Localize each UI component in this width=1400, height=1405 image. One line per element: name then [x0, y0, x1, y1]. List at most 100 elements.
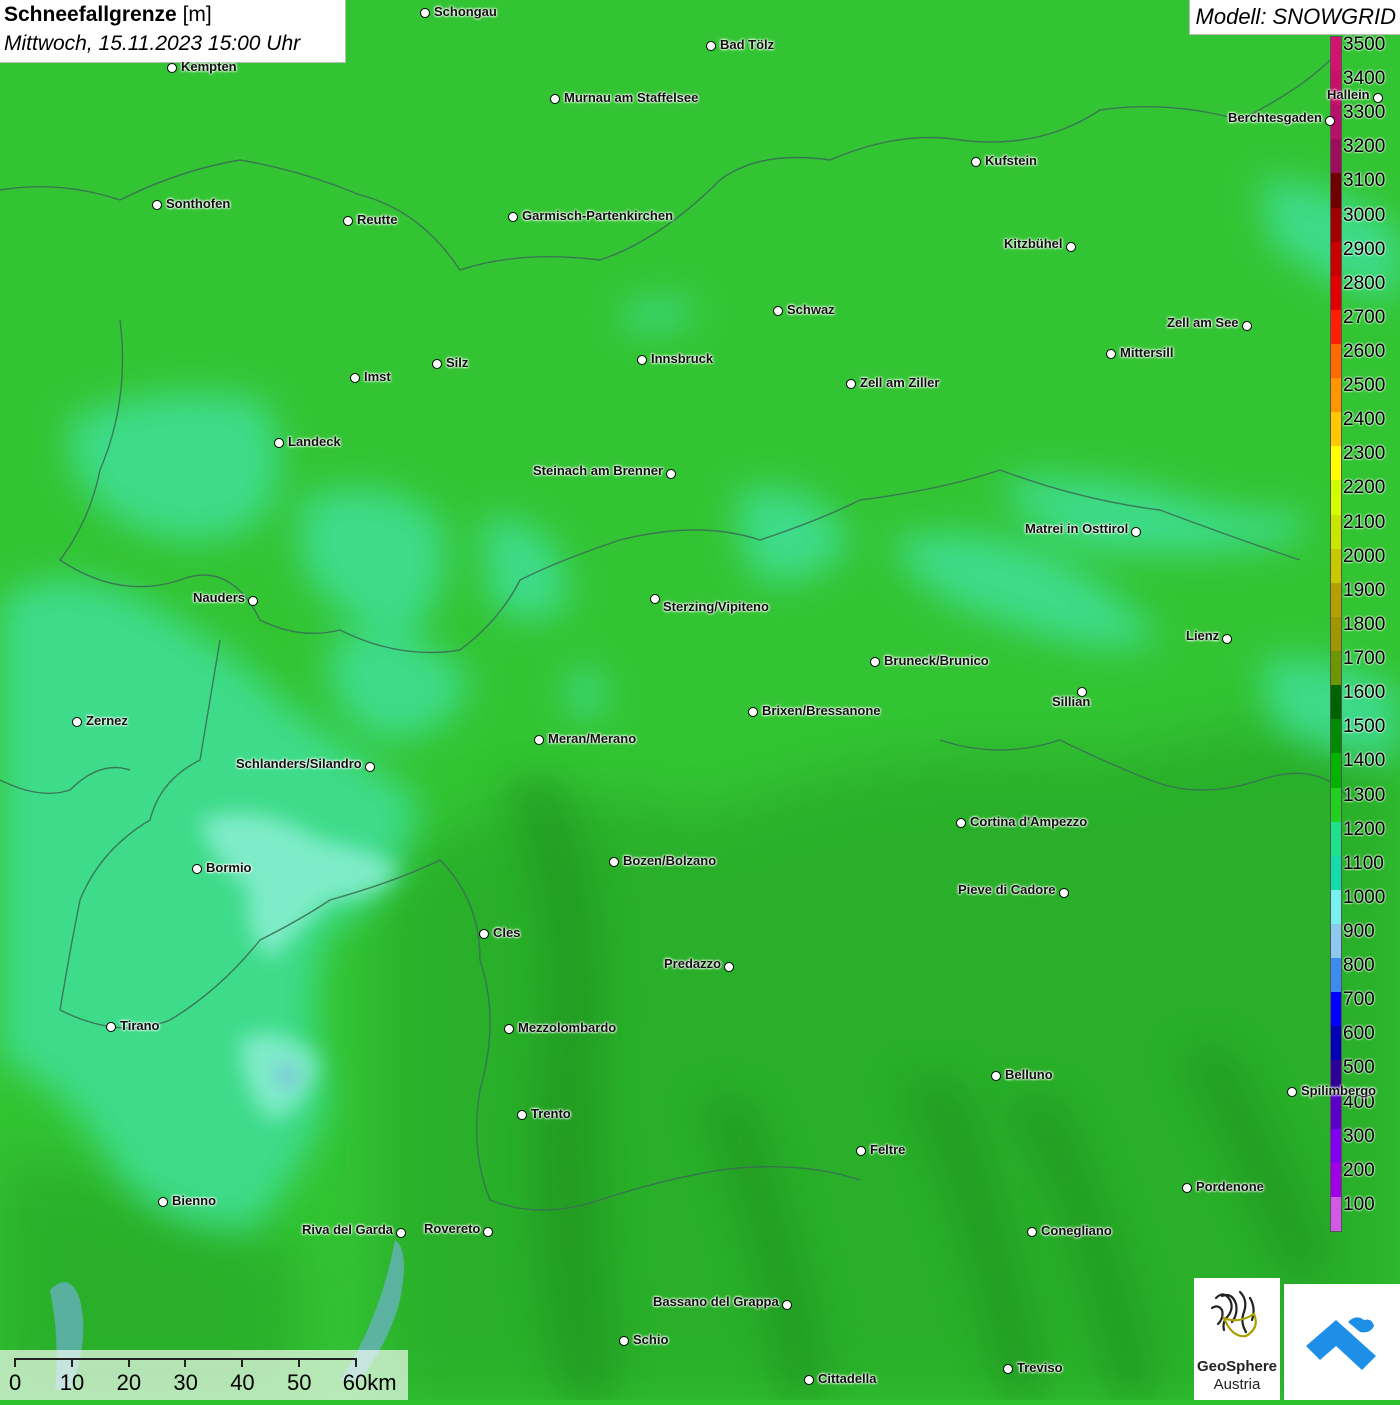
city-dot-icon: [517, 1110, 527, 1120]
legend-swatch: [1331, 616, 1341, 652]
city-dot-icon: [432, 359, 442, 369]
city-dot-icon: [1182, 1183, 1192, 1193]
city-dot-icon: [856, 1146, 866, 1156]
city-label: Murnau am Staffelsee: [564, 90, 699, 105]
city-label: Pordenone: [1196, 1179, 1264, 1194]
city-label: Bruneck/Brunico: [884, 653, 989, 668]
city-dot-icon: [1373, 93, 1383, 103]
city-label: Hallein: [1327, 87, 1370, 102]
scale-tick: [14, 1358, 16, 1367]
city-dot-icon: [706, 41, 716, 51]
legend-label: 3500: [1343, 34, 1386, 55]
geosphere-logo-icon: [1210, 1290, 1257, 1338]
city-label: Sillian: [1052, 694, 1091, 709]
scale-tick: [127, 1358, 130, 1367]
city-dot-icon: [1287, 1087, 1297, 1097]
city-label: Lienz: [1186, 628, 1220, 643]
city-dot-icon: [846, 379, 856, 389]
city-label: Innsbruck: [651, 351, 714, 366]
app-logo-icon: [1306, 1317, 1376, 1370]
legend-swatch: [1331, 37, 1341, 72]
map-title: Schneefallgrenze [m]: [4, 3, 212, 26]
city-dot-icon: [666, 469, 676, 479]
legend-label: 1100: [1343, 852, 1384, 874]
legend-swatch: [1331, 923, 1341, 959]
city-dot-icon: [724, 962, 734, 972]
legend-label: 3300: [1343, 102, 1386, 124]
city-dot-icon: [637, 355, 647, 365]
city-label: Schio: [633, 1332, 669, 1347]
legend-swatch: [1331, 275, 1341, 311]
legend-label: 2600: [1343, 341, 1386, 363]
city-dot-icon: [350, 373, 360, 383]
city-label: Matrei in Osttirol: [1025, 521, 1129, 536]
scale-label: 30: [173, 1370, 198, 1395]
city-label: Pieve di Cadore: [958, 882, 1056, 897]
legend-label: 2300: [1343, 443, 1386, 465]
city-dot-icon: [619, 1336, 629, 1346]
geosphere-logo[interactable]: GeoSphere Austria: [1194, 1278, 1280, 1400]
legend-swatch: [1331, 514, 1341, 550]
city-label: Predazzo: [664, 956, 722, 971]
map-datetime: Mittwoch, 15.11.2023 15:00 Uhr: [4, 32, 301, 55]
city-label: Treviso: [1017, 1360, 1063, 1375]
scale-label: 0: [9, 1370, 22, 1395]
legend-swatch: [1331, 378, 1341, 413]
map-title-box: Schneefallgrenze [m] Mittwoch, 15.11.202…: [0, 0, 346, 63]
city-label: Reutte: [357, 212, 398, 227]
legend-label: 1300: [1343, 784, 1386, 806]
city-dot-icon: [1131, 527, 1141, 537]
legend-label: 3100: [1343, 170, 1386, 192]
legend-swatch: [1331, 241, 1341, 277]
city-dot-icon: [396, 1228, 406, 1238]
scale-tick: [298, 1358, 300, 1367]
scale-tick: [184, 1358, 187, 1367]
legend-label: 1600: [1343, 682, 1386, 704]
city-label: Mezzolombardo: [518, 1020, 617, 1035]
city-dot-icon: [72, 717, 82, 727]
city-dot-icon: [274, 438, 284, 448]
legend-swatch: [1331, 719, 1341, 754]
city-dot-icon: [971, 157, 981, 167]
city-dot-icon: [158, 1197, 168, 1207]
legend-swatch: [1331, 139, 1341, 174]
city-label: Trento: [531, 1106, 571, 1121]
model-label-box: Modell: SNOWGRID: [1188, 0, 1400, 35]
legend-swatch: [1331, 344, 1341, 379]
city-label: Bormio: [206, 860, 252, 875]
city-label: Sonthofen: [166, 196, 231, 211]
city-dot-icon: [550, 94, 560, 104]
city-label: Garmisch-Partenkirchen: [522, 208, 674, 223]
city-dot-icon: [365, 762, 375, 772]
legend-swatch: [1331, 446, 1341, 481]
city-dot-icon: [504, 1024, 514, 1034]
legend-swatch: [1331, 309, 1341, 345]
legend-label: 2800: [1343, 272, 1386, 294]
app-logo[interactable]: [1284, 1284, 1400, 1400]
snowline-legend: 3500 3400 3300 3200 3100 3000 2900 2800 2700 2600…: [1330, 34, 1400, 1232]
legend-label: 2100: [1343, 511, 1386, 533]
city-dot-icon: [1003, 1364, 1013, 1374]
legend-label: 2500: [1343, 375, 1386, 397]
legend-label: 800: [1343, 955, 1375, 977]
legend-swatch: [1331, 582, 1341, 618]
city-label: Berchtesgaden: [1228, 110, 1322, 125]
legend-label: 200: [1343, 1159, 1375, 1181]
legend-label: 1700: [1343, 648, 1386, 670]
city-dot-icon: [192, 864, 202, 874]
city-dot-icon: [167, 63, 177, 73]
city-dot-icon: [483, 1227, 493, 1237]
city-label: Landeck: [288, 434, 341, 449]
legend-swatch: [1331, 173, 1341, 209]
legend-swatch: [1331, 685, 1341, 720]
legend-swatch: [1331, 753, 1341, 788]
legend-swatch: [1331, 480, 1341, 516]
city-dot-icon: [991, 1071, 1001, 1081]
city-dot-icon: [534, 735, 544, 745]
city-dot-icon: [420, 8, 430, 18]
city-label: Silz: [446, 355, 469, 370]
legend-swatch: [1331, 1026, 1341, 1061]
city-label: Bienno: [172, 1193, 217, 1208]
city-dot-icon: [1325, 116, 1335, 126]
city-dot-icon: [773, 306, 783, 316]
